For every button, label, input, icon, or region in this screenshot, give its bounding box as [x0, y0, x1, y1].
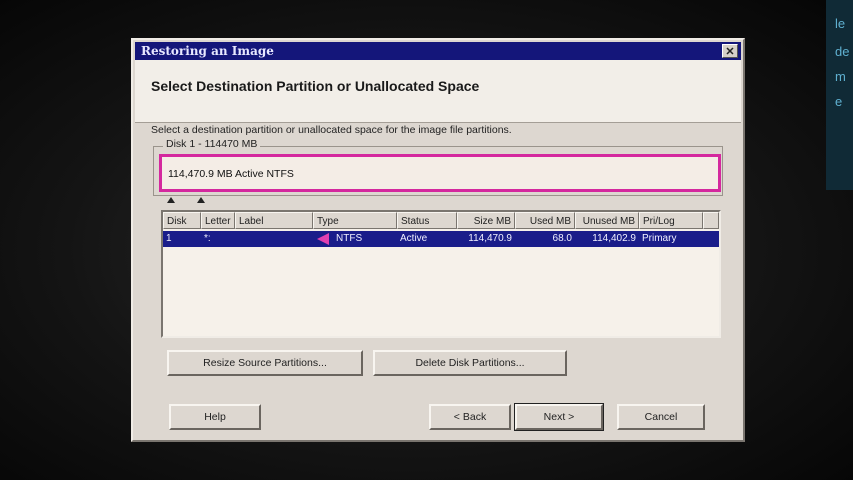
column-header-status[interactable]: Status: [397, 212, 457, 229]
pink-triangle-icon: [317, 233, 329, 245]
background-text-3: m: [835, 69, 846, 84]
cancel-button[interactable]: Cancel: [617, 404, 705, 430]
column-header-type[interactable]: Type: [313, 212, 397, 229]
cell-label: [235, 231, 313, 247]
cell-letter: *:: [204, 233, 211, 244]
next-button[interactable]: Next >: [514, 403, 604, 431]
background-text-2: de: [835, 44, 850, 59]
cell-size: 114,470.9: [468, 233, 512, 244]
cell-used: 68.0: [552, 233, 572, 244]
column-header-used[interactable]: Used MB: [515, 212, 575, 229]
partition-start-marker-icon: [167, 197, 175, 203]
partition-map-bar[interactable]: 114,470.9 MB Active NTFS: [159, 154, 721, 192]
column-header-label[interactable]: Label: [235, 212, 313, 229]
column-header-disk[interactable]: Disk: [163, 212, 201, 229]
table-header: Disk Letter Label Type Status Size MB Us…: [163, 212, 719, 230]
partition-map-text: 114,470.9 MB Active NTFS: [168, 168, 294, 180]
column-header-letter[interactable]: Letter: [201, 212, 235, 229]
title-bar[interactable]: Restoring an Image ✕: [135, 42, 741, 60]
cell-status: Active: [400, 233, 428, 244]
column-header-size[interactable]: Size MB: [457, 212, 515, 229]
disk-group-label: Disk 1 - 114470 MB: [163, 138, 261, 150]
close-button[interactable]: ✕: [722, 44, 738, 58]
table-row[interactable]: 1 *: NTFS Active 114,470.9 68.0 114,402.…: [163, 231, 719, 247]
page-title: Select Destination Partition or Unalloca…: [151, 78, 480, 94]
partition-end-marker-icon: [197, 197, 205, 203]
cell-type: NTFS: [336, 233, 363, 244]
help-button[interactable]: Help: [169, 404, 261, 430]
cell-unused: 114,402.9: [592, 233, 636, 244]
back-button[interactable]: < Back: [429, 404, 511, 430]
background-text-1: le: [835, 16, 846, 31]
restore-dialog: Restoring an Image ✕ Select Destination …: [131, 38, 745, 442]
close-icon: ✕: [725, 45, 735, 58]
header-band: Select Destination Partition or Unalloca…: [135, 60, 741, 123]
instruction-text: Select a destination partition or unallo…: [151, 124, 512, 136]
partition-table[interactable]: Disk Letter Label Type Status Size MB Us…: [161, 210, 721, 338]
column-header-unused[interactable]: Unused MB: [575, 212, 639, 229]
delete-disk-partitions-button[interactable]: Delete Disk Partitions...: [373, 350, 567, 376]
column-header-spacer: [703, 212, 719, 229]
resize-source-partitions-button[interactable]: Resize Source Partitions...: [167, 350, 363, 376]
cell-prilog: Primary: [642, 233, 677, 244]
background-text-4: e: [835, 94, 843, 109]
window-title: Restoring an Image: [141, 44, 274, 58]
column-header-prilog[interactable]: Pri/Log: [639, 212, 703, 229]
cell-disk: 1: [166, 233, 172, 244]
